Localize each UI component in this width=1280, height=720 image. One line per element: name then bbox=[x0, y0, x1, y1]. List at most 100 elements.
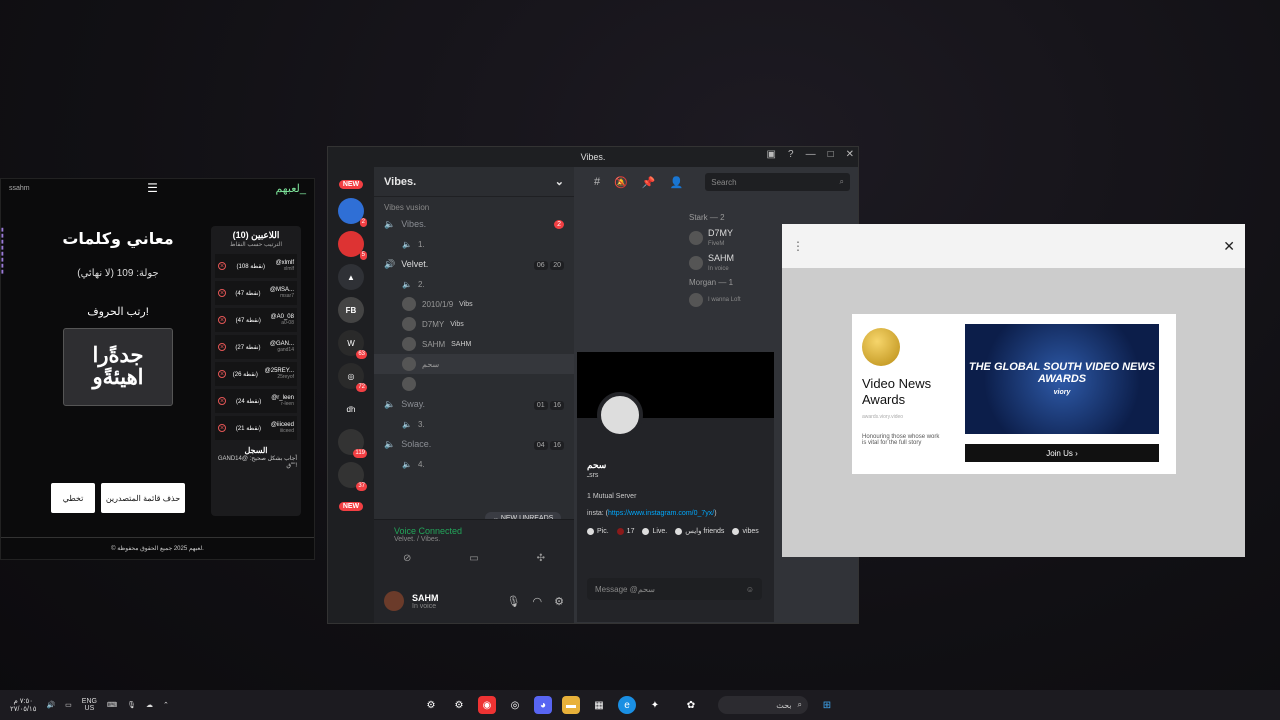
gear-icon[interactable]: ⚙ bbox=[554, 595, 564, 608]
settings-app-icon[interactable]: ⚙ bbox=[422, 696, 440, 714]
search-input[interactable]: Search ⌕ bbox=[705, 173, 850, 191]
threads-icon[interactable]: # bbox=[594, 176, 600, 188]
voice-channel-vibes[interactable]: 🔈 Vibes. 2 bbox=[374, 214, 574, 234]
sub-channel[interactable]: 🔈 2. bbox=[374, 274, 574, 294]
message-input[interactable]: Message @سحم ☺ bbox=[587, 578, 762, 600]
voice-member[interactable]: D7MY Vibs bbox=[374, 314, 574, 334]
voice-member[interactable] bbox=[374, 374, 574, 394]
sub-channel[interactable]: 🔈 1. bbox=[374, 234, 574, 254]
microphone-icon[interactable]: 🎙 bbox=[507, 595, 521, 608]
windows-start-icon[interactable]: ⊞ bbox=[818, 696, 836, 714]
cloud-icon[interactable]: ☁ bbox=[146, 701, 153, 709]
minimize-icon[interactable]: — bbox=[806, 149, 816, 160]
language-indicator[interactable]: ENG US bbox=[82, 698, 97, 712]
voice-channel-path[interactable]: Velvet. / Vibes. bbox=[374, 536, 574, 543]
file-explorer-icon[interactable]: ▬ bbox=[562, 696, 580, 714]
discord-icon[interactable]: ◕ bbox=[534, 696, 552, 714]
mute-icon[interactable]: 🔕 bbox=[614, 176, 628, 189]
member-row[interactable]: D7MY FiveM bbox=[689, 228, 779, 247]
triangle-server-icon[interactable]: ▲ bbox=[338, 264, 364, 290]
taskbar-search[interactable]: بحث ⌕ bbox=[718, 696, 808, 714]
server-icon[interactable]: 37 bbox=[338, 462, 367, 491]
pin-icon[interactable]: 📌 bbox=[642, 176, 656, 189]
close-icon[interactable]: ✕ bbox=[846, 149, 854, 160]
voice-member[interactable]: سحم bbox=[374, 354, 574, 374]
player-handle: 25reyof bbox=[277, 374, 294, 380]
members-icon[interactable]: 👤 bbox=[670, 176, 684, 189]
chevron-up-icon[interactable]: ⌃ bbox=[163, 701, 169, 709]
chrome-icon[interactable]: ◉ bbox=[478, 696, 496, 714]
hamburger-menu-icon[interactable]: ☰ bbox=[147, 181, 158, 195]
server-icon[interactable]: FB bbox=[338, 297, 364, 323]
server-icon[interactable]: 2 bbox=[338, 198, 367, 227]
vibes-server-icon[interactable]: 119 bbox=[338, 429, 367, 458]
channel-count: 20 bbox=[550, 261, 564, 270]
guild-header[interactable]: Vibes. ⌄ bbox=[374, 167, 574, 197]
skip-button[interactable]: تخطي bbox=[51, 483, 95, 513]
sub-channel[interactable]: 🔈 3. bbox=[374, 414, 574, 434]
player-row[interactable]: × (27 نقطة) @GAN... gand14 bbox=[215, 335, 297, 359]
copilot-icon[interactable]: ✦ bbox=[646, 696, 664, 714]
remove-icon[interactable]: × bbox=[218, 424, 226, 432]
more-options-icon[interactable]: ⋮ bbox=[792, 239, 804, 253]
player-row[interactable]: × (24 نقطة) @r_leen r-leen bbox=[215, 389, 297, 413]
player-row[interactable]: × (21 نقطة) @iiiceed iiiceed bbox=[215, 416, 297, 440]
help-icon[interactable]: ? bbox=[788, 149, 794, 160]
player-handle: msar7 bbox=[280, 293, 294, 299]
player-row[interactable]: × (47 نقطة) @MSA... msar7 bbox=[215, 281, 297, 305]
clock-date: ٢٧/٠٥/١٥ bbox=[10, 706, 37, 713]
server-icon[interactable]: ◎ 72 bbox=[338, 363, 367, 392]
member-row[interactable]: I wanna Loft bbox=[689, 293, 779, 307]
remove-icon[interactable]: × bbox=[218, 370, 226, 378]
store-icon[interactable]: ▦ bbox=[590, 696, 608, 714]
voice-channel-velvet[interactable]: 🔊 Velvet. 06 20 bbox=[374, 254, 574, 274]
remove-icon[interactable]: × bbox=[218, 343, 226, 351]
mutual-servers[interactable]: 1 Mutual Server bbox=[587, 493, 764, 500]
server-icon[interactable]: 5 bbox=[338, 231, 367, 260]
server-icon[interactable]: W 63 bbox=[338, 330, 367, 359]
voice-channel-solace[interactable]: 🔈 Solace. 04 16 bbox=[374, 434, 574, 454]
delete-leaderboard-button[interactable]: حذف قائمة المتصدرين bbox=[101, 483, 185, 513]
microphone-icon[interactable]: 🎙 bbox=[127, 701, 136, 709]
edge-icon[interactable]: e bbox=[618, 696, 636, 714]
remove-icon[interactable]: × bbox=[218, 397, 226, 405]
clock[interactable]: ٧:٥٠ م ٢٧/٠٥/١٥ bbox=[10, 697, 36, 713]
remove-icon[interactable]: × bbox=[218, 316, 226, 324]
instagram-link[interactable]: https://www.instagram.com/0_7yx/ bbox=[608, 510, 714, 517]
close-icon[interactable]: ✕ bbox=[1223, 238, 1235, 255]
avatar bbox=[689, 255, 703, 270]
widgets-icon[interactable]: ✿ bbox=[674, 696, 708, 714]
network-icon[interactable]: ▭ bbox=[65, 701, 72, 709]
ad-card[interactable]: Video News Awards awards.viory.video Hon… bbox=[852, 314, 1176, 474]
player-row[interactable]: × (47 نقطة) @A0_08 a0-08 bbox=[215, 308, 297, 332]
member-row[interactable]: SAHM In voice bbox=[689, 253, 779, 272]
player-row[interactable]: × (108 نقطة) @xlmlf xlmlf bbox=[215, 254, 297, 278]
volume-icon[interactable]: 🔊 bbox=[46, 701, 55, 709]
voice-member[interactable]: SAHM SAHM bbox=[374, 334, 574, 354]
join-us-button[interactable]: Join Us › bbox=[965, 444, 1159, 462]
avatar[interactable] bbox=[384, 591, 404, 611]
player-row[interactable]: × (26 نقطة) @25REY... 25reyof bbox=[215, 362, 297, 386]
emoji-icon[interactable]: ☺ bbox=[746, 585, 754, 594]
headphones-icon[interactable]: ◠ bbox=[533, 595, 543, 608]
remove-icon[interactable]: × bbox=[218, 289, 226, 297]
dh-server-icon[interactable]: dh bbox=[338, 396, 364, 422]
gear-app-icon[interactable]: ⚙ bbox=[450, 696, 468, 714]
voice-channel-sway[interactable]: 🔈 Sway. 01 16 bbox=[374, 394, 574, 414]
ad-image[interactable]: THE GLOBAL SOUTH VIDEO NEWS AWARDS viory bbox=[965, 324, 1159, 434]
activities-icon[interactable]: ✣ bbox=[537, 553, 545, 564]
avatar bbox=[597, 392, 643, 438]
keyboard-icon[interactable]: ⌨ bbox=[107, 701, 117, 709]
game-logo[interactable]: لعبهم_ bbox=[275, 182, 306, 195]
maximize-icon[interactable]: □ bbox=[828, 149, 834, 160]
category-label[interactable]: Vibes vusion bbox=[374, 197, 574, 214]
screen-share-icon[interactable]: ▭ bbox=[469, 553, 478, 564]
voice-status[interactable]: Voice Connected bbox=[374, 520, 574, 536]
camera-icon[interactable]: ⊘ bbox=[403, 553, 411, 564]
obs-icon[interactable]: ◎ bbox=[506, 696, 524, 714]
remove-icon[interactable]: × bbox=[218, 262, 226, 270]
voice-member[interactable]: 2010/1/9 Vibs bbox=[374, 294, 574, 314]
inbox-icon[interactable]: ▣ bbox=[767, 149, 776, 160]
sub-channel[interactable]: 🔈 4. bbox=[374, 454, 574, 474]
role-pill: Live. bbox=[642, 527, 667, 535]
